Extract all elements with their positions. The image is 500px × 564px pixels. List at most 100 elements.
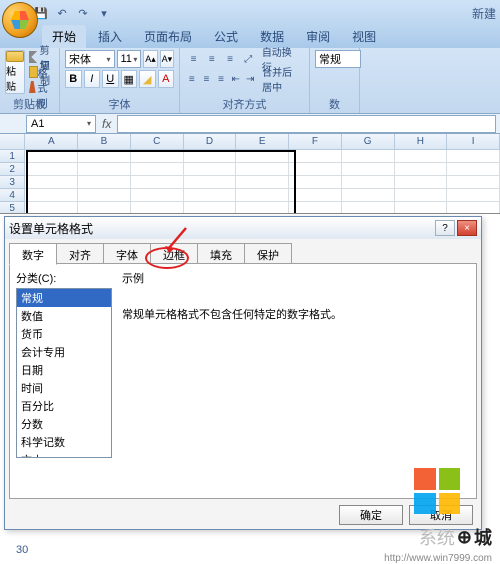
tab-page-layout[interactable]: 页面布局 <box>134 25 202 48</box>
cell[interactable] <box>78 189 131 202</box>
cell[interactable] <box>25 189 78 202</box>
decrease-font-button[interactable]: A▾ <box>160 50 174 68</box>
cell[interactable] <box>25 163 78 176</box>
spreadsheet-grid[interactable]: A B C D E F G H I 12345 <box>0 134 500 214</box>
align-left-button[interactable]: ≡ <box>185 70 199 88</box>
cell[interactable] <box>25 176 78 189</box>
cell[interactable] <box>342 189 395 202</box>
bold-button[interactable]: B <box>65 70 82 88</box>
cell[interactable] <box>131 189 184 202</box>
cell[interactable] <box>342 163 395 176</box>
cell[interactable] <box>236 150 289 163</box>
cell[interactable] <box>131 202 184 214</box>
cell[interactable] <box>184 150 237 163</box>
row-header[interactable]: 1 <box>0 150 25 163</box>
format-painter-button[interactable]: 格式刷 <box>29 80 54 94</box>
row-header[interactable]: 4 <box>0 189 25 202</box>
align-center-button[interactable]: ≡ <box>200 70 214 88</box>
cell[interactable] <box>447 189 500 202</box>
cell[interactable] <box>78 163 131 176</box>
cell[interactable] <box>289 163 342 176</box>
formula-input[interactable] <box>117 115 496 133</box>
row-header[interactable]: 2 <box>0 163 25 176</box>
category-list[interactable]: 常规数值货币会计专用日期时间百分比分数科学记数文本特殊自定义 <box>16 288 112 458</box>
row-header[interactable]: 5 <box>0 202 25 214</box>
cell[interactable] <box>236 202 289 214</box>
name-box[interactable]: A1▾ <box>26 115 96 133</box>
category-item[interactable]: 常规 <box>17 289 111 307</box>
cell[interactable] <box>447 150 500 163</box>
dialog-tab-font[interactable]: 字体 <box>103 243 151 265</box>
category-item[interactable]: 科学记数 <box>17 433 111 451</box>
col-header[interactable]: F <box>289 134 342 150</box>
cell[interactable] <box>236 163 289 176</box>
align-bottom-button[interactable]: ≡ <box>221 50 238 68</box>
cell[interactable] <box>447 202 500 214</box>
cell[interactable] <box>25 150 78 163</box>
category-item[interactable]: 货币 <box>17 325 111 343</box>
cell[interactable] <box>289 176 342 189</box>
tab-formulas[interactable]: 公式 <box>204 25 248 48</box>
underline-button[interactable]: U <box>102 70 119 88</box>
category-item[interactable]: 文本 <box>17 451 111 458</box>
dialog-titlebar[interactable]: 设置单元格格式 ? × <box>5 217 481 239</box>
cell[interactable] <box>236 189 289 202</box>
cell[interactable] <box>289 202 342 214</box>
cell[interactable] <box>131 176 184 189</box>
align-middle-button[interactable]: ≡ <box>203 50 220 68</box>
select-all-corner[interactable] <box>0 134 25 150</box>
cell[interactable] <box>395 189 448 202</box>
col-header[interactable]: D <box>184 134 237 150</box>
col-header[interactable]: A <box>25 134 78 150</box>
category-item[interactable]: 数值 <box>17 307 111 325</box>
redo-icon[interactable]: ↷ <box>74 4 92 22</box>
dialog-tab-protection[interactable]: 保护 <box>244 243 292 265</box>
category-item[interactable]: 分数 <box>17 415 111 433</box>
cell[interactable] <box>395 176 448 189</box>
cell[interactable] <box>131 150 184 163</box>
cell[interactable] <box>395 202 448 214</box>
cell[interactable] <box>447 176 500 189</box>
cell[interactable] <box>184 202 237 214</box>
dialog-tab-fill[interactable]: 填充 <box>197 243 245 265</box>
col-header[interactable]: C <box>131 134 184 150</box>
tab-review[interactable]: 审阅 <box>296 25 340 48</box>
orientation-button[interactable]: ⤢ <box>240 50 257 68</box>
tab-insert[interactable]: 插入 <box>88 25 132 48</box>
decrease-indent-button[interactable]: ⇤ <box>229 70 243 88</box>
help-button[interactable]: ? <box>435 220 455 236</box>
font-size-combo[interactable]: 11▾ <box>117 50 142 68</box>
cell[interactable] <box>78 176 131 189</box>
cell[interactable] <box>342 202 395 214</box>
category-item[interactable]: 会计专用 <box>17 343 111 361</box>
col-header[interactable]: E <box>236 134 289 150</box>
category-item[interactable]: 日期 <box>17 361 111 379</box>
merge-center-button[interactable]: 合并后居中 <box>258 70 304 88</box>
cell[interactable] <box>395 163 448 176</box>
cell[interactable] <box>78 202 131 214</box>
dialog-tab-number[interactable]: 数字 <box>9 243 57 265</box>
office-button[interactable] <box>2 2 38 38</box>
increase-font-button[interactable]: A▴ <box>143 50 157 68</box>
cell[interactable] <box>236 176 289 189</box>
category-item[interactable]: 百分比 <box>17 397 111 415</box>
cell[interactable] <box>289 150 342 163</box>
cell[interactable] <box>184 176 237 189</box>
fx-icon[interactable]: fx <box>102 117 111 131</box>
col-header[interactable]: B <box>78 134 131 150</box>
close-button[interactable]: × <box>457 220 477 236</box>
number-format-combo[interactable]: 常规 <box>315 50 361 68</box>
italic-button[interactable]: I <box>84 70 101 88</box>
align-top-button[interactable]: ≡ <box>185 50 202 68</box>
dialog-tab-alignment[interactable]: 对齐 <box>56 243 104 265</box>
cell[interactable] <box>342 150 395 163</box>
paste-button[interactable]: 粘贴 <box>5 50 25 94</box>
cell[interactable] <box>184 189 237 202</box>
row-header[interactable]: 3 <box>0 176 25 189</box>
cell[interactable] <box>447 163 500 176</box>
cell[interactable] <box>78 150 131 163</box>
category-item[interactable]: 时间 <box>17 379 111 397</box>
border-button[interactable]: ▦ <box>121 70 138 88</box>
align-right-button[interactable]: ≡ <box>214 70 228 88</box>
col-header[interactable]: I <box>447 134 500 150</box>
